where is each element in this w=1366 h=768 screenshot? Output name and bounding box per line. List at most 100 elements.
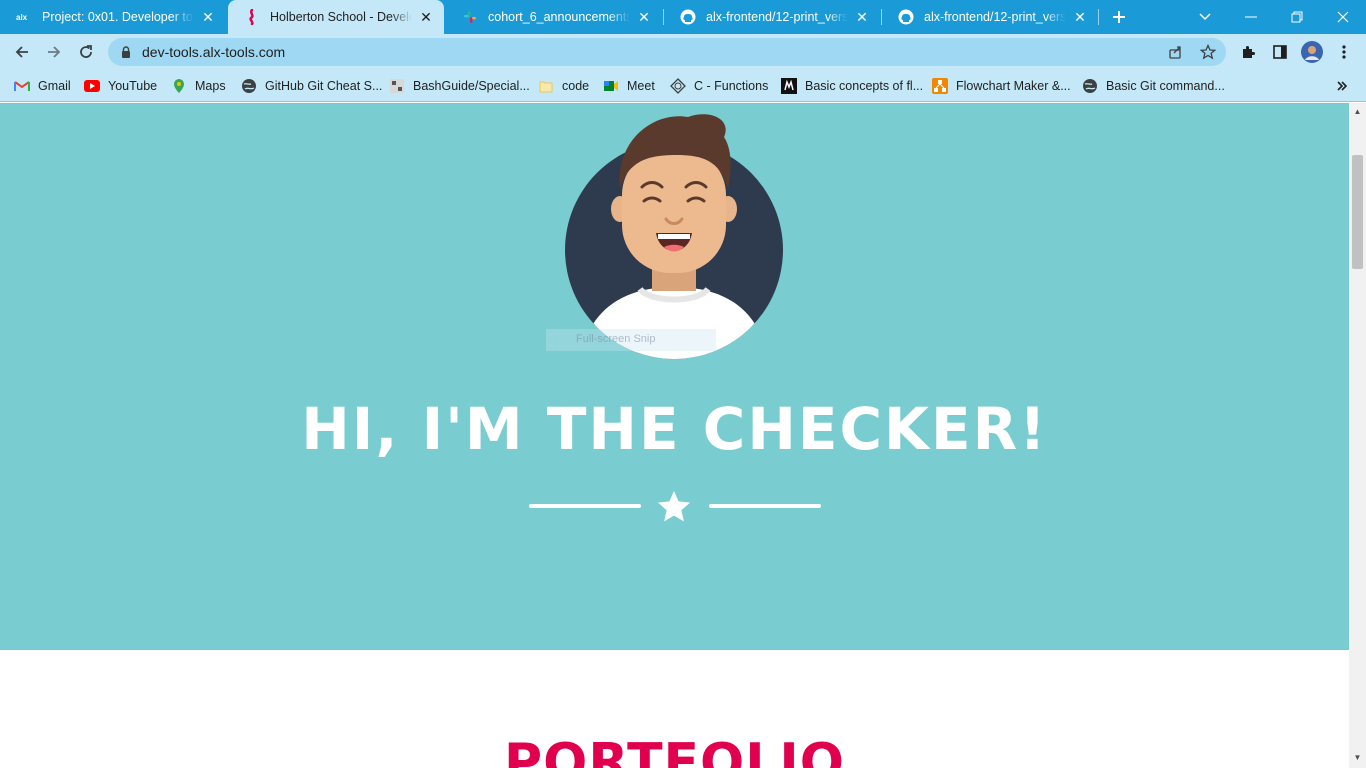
close-tab-icon[interactable]: ✕: [200, 9, 216, 25]
holberton-icon: [244, 9, 260, 25]
tab-github-print-version-2[interactable]: alx-frontend/12-print_version ✕: [882, 0, 1098, 34]
scroll-up-arrow-icon[interactable]: ▲: [1353, 107, 1362, 116]
side-panel-button[interactable]: [1266, 38, 1294, 66]
bookmark-basic-git-commands[interactable]: Basic Git command...: [1082, 76, 1225, 96]
tab-holberton-school[interactable]: Holberton School - Developer tools ✕: [228, 0, 444, 34]
menu-button[interactable]: [1330, 38, 1358, 66]
github-icon: [680, 9, 696, 25]
tab-search-button[interactable]: [1182, 0, 1228, 34]
url-text: dev-tools.alx-tools.com: [142, 44, 286, 60]
side-panel-icon: [1273, 45, 1287, 59]
arrow-right-icon: [48, 46, 61, 58]
divider-line-right: [709, 504, 821, 508]
globe-icon: [1082, 78, 1098, 94]
tab-github-print-version[interactable]: alx-frontend/12-print_version ✕: [664, 0, 880, 34]
minimize-icon: [1245, 16, 1257, 18]
close-tab-icon[interactable]: ✕: [1072, 9, 1088, 25]
bookmark-folder-code[interactable]: code: [538, 76, 589, 96]
close-window-button[interactable]: [1320, 0, 1366, 34]
tab-separator: [1098, 9, 1099, 25]
tab-project-developer-tools[interactable]: alx Project: 0x01. Developer tools ✕: [0, 0, 226, 34]
github-icon: [898, 9, 914, 25]
tab-slack-announcements[interactable]: cohort_6_announcements - ALX ✕: [446, 0, 662, 34]
hero-section: Full-screen Snip HI, I'M THE CHECKER!: [0, 103, 1349, 650]
plus-icon: [1113, 11, 1125, 23]
scroll-thumb[interactable]: [1352, 155, 1363, 269]
forward-button[interactable]: [40, 38, 68, 66]
bookmark-label: Meet: [627, 79, 655, 93]
bookmark-label: Flowchart Maker &...: [956, 79, 1071, 93]
hero-title: HI, I'M THE CHECKER!: [301, 395, 1048, 463]
avatar-icon: [1301, 41, 1323, 63]
double-chevron-right-icon: [1337, 81, 1348, 91]
bookmark-label: Basic concepts of fl...: [805, 79, 924, 93]
restore-button[interactable]: [1274, 0, 1320, 34]
profile-avatar[interactable]: [1298, 38, 1326, 66]
bookmark-label: GitHub Git Cheat S...: [265, 79, 383, 93]
chevron-down-icon: [1199, 13, 1211, 21]
alx-icon: alx: [16, 9, 32, 25]
avatar-illustration: [565, 114, 783, 359]
browser-toolbar: dev-tools.alx-tools.com: [0, 34, 1366, 70]
bookmark-label: YouTube: [108, 79, 158, 93]
slack-icon: [462, 9, 478, 25]
divider-line-left: [529, 504, 641, 508]
tab-title: alx-frontend/12-print_version: [706, 10, 848, 24]
address-bar[interactable]: dev-tools.alx-tools.com: [108, 38, 1226, 66]
svg-text:alx: alx: [16, 13, 28, 22]
bookmark-label: code: [562, 79, 590, 93]
extensions-button[interactable]: [1234, 38, 1262, 66]
close-tab-icon[interactable]: ✕: [854, 9, 870, 25]
bash-icon: [389, 78, 405, 94]
scroll-down-arrow-icon[interactable]: ▼: [1353, 753, 1362, 762]
maps-icon: [171, 78, 187, 94]
gmail-icon: [14, 78, 30, 94]
tab-title: Holberton School - Developer tools: [270, 10, 412, 24]
page-scrollbar[interactable]: ▲ ▼: [1349, 103, 1366, 768]
tab-strip: alx Project: 0x01. Developer tools ✕ Hol…: [0, 0, 1366, 34]
bookmark-label: BashGuide/Special...: [413, 79, 530, 93]
reload-button[interactable]: [72, 38, 100, 66]
bookmarks-bar: Gmail YouTube Maps GitHub Git Cheat S...…: [0, 70, 1366, 102]
c-functions-icon: [670, 78, 686, 94]
star-bookmark-icon[interactable]: [1200, 44, 1216, 60]
drawio-icon: [932, 78, 948, 94]
bookmark-gmail[interactable]: Gmail: [14, 76, 71, 96]
minimize-button[interactable]: [1228, 0, 1274, 34]
folder-icon: [538, 78, 554, 94]
screen-snip-overlay: Full-screen Snip: [546, 329, 716, 351]
back-button[interactable]: [8, 38, 36, 66]
close-icon: [1337, 11, 1349, 23]
m-icon: [781, 78, 797, 94]
puzzle-icon: [1243, 46, 1255, 58]
bookmark-youtube[interactable]: YouTube: [84, 76, 157, 96]
close-tab-icon[interactable]: ✕: [418, 9, 434, 25]
tab-title: Project: 0x01. Developer tools: [42, 10, 194, 24]
bookmark-c-functions[interactable]: C - Functions: [670, 76, 768, 96]
bookmark-maps[interactable]: Maps: [171, 76, 226, 96]
bookmark-label: Gmail: [38, 79, 71, 93]
meet-icon: [603, 78, 619, 94]
arrow-left-icon: [15, 46, 28, 58]
reload-icon: [80, 45, 92, 58]
star-icon: [658, 491, 690, 522]
close-tab-icon[interactable]: ✕: [636, 9, 652, 25]
bookmark-bashguide[interactable]: BashGuide/Special...: [389, 76, 530, 96]
kebab-menu-icon: [1342, 45, 1346, 59]
page-viewport: Full-screen Snip HI, I'M THE CHECKER! PO…: [0, 103, 1349, 768]
youtube-icon: [84, 78, 100, 94]
globe-icon: [241, 78, 257, 94]
bookmark-basic-concepts[interactable]: Basic concepts of fl...: [781, 76, 923, 96]
bookmark-label: C - Functions: [694, 79, 769, 93]
bookmark-label: Basic Git command...: [1106, 79, 1225, 93]
bookmark-meet[interactable]: Meet: [603, 76, 655, 96]
restore-icon: [1291, 11, 1303, 23]
tab-title: alx-frontend/12-print_version: [924, 10, 1066, 24]
bookmark-github-git-cheat[interactable]: GitHub Git Cheat S...: [241, 76, 382, 96]
lock-icon[interactable]: [118, 44, 134, 60]
more-bookmarks-button[interactable]: [1336, 76, 1348, 96]
new-tab-button[interactable]: [1108, 6, 1130, 28]
bookmark-flowchart-maker[interactable]: Flowchart Maker &...: [932, 76, 1071, 96]
tab-title: cohort_6_announcements - ALX: [488, 10, 630, 24]
share-icon[interactable]: [1168, 44, 1184, 60]
